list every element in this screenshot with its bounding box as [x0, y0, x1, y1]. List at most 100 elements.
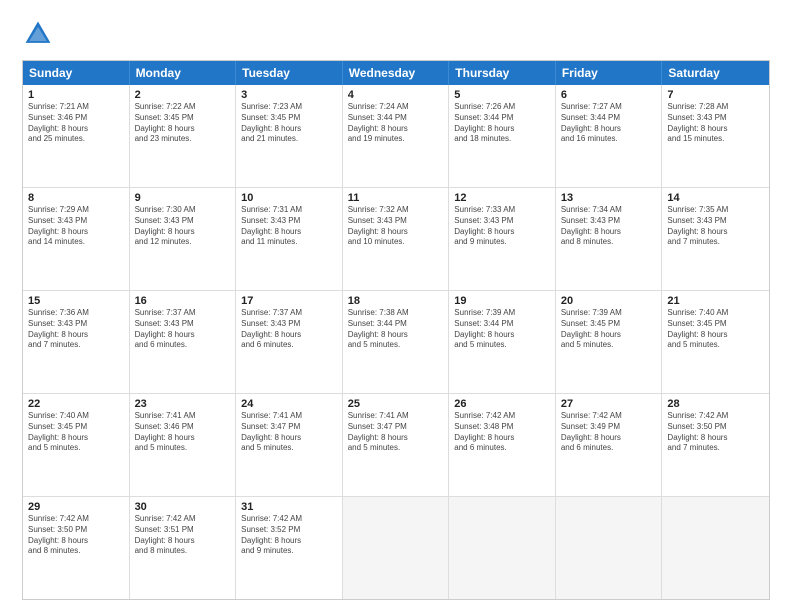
- weekday-header: Thursday: [449, 61, 556, 85]
- calendar-cell: 12Sunrise: 7:33 AMSunset: 3:43 PMDayligh…: [449, 188, 556, 290]
- day-number: 25: [348, 398, 444, 410]
- calendar-cell: 6Sunrise: 7:27 AMSunset: 3:44 PMDaylight…: [556, 85, 663, 187]
- day-number: 6: [561, 89, 657, 101]
- day-number: 24: [241, 398, 337, 410]
- calendar-cell: [662, 497, 769, 599]
- calendar-cell: 19Sunrise: 7:39 AMSunset: 3:44 PMDayligh…: [449, 291, 556, 393]
- day-info: Sunrise: 7:39 AMSunset: 3:45 PMDaylight:…: [561, 308, 657, 351]
- day-number: 27: [561, 398, 657, 410]
- calendar-row: 8Sunrise: 7:29 AMSunset: 3:43 PMDaylight…: [23, 187, 769, 290]
- day-info: Sunrise: 7:40 AMSunset: 3:45 PMDaylight:…: [28, 411, 124, 454]
- calendar-row: 29Sunrise: 7:42 AMSunset: 3:50 PMDayligh…: [23, 496, 769, 599]
- calendar-cell: 31Sunrise: 7:42 AMSunset: 3:52 PMDayligh…: [236, 497, 343, 599]
- day-number: 10: [241, 192, 337, 204]
- day-info: Sunrise: 7:42 AMSunset: 3:50 PMDaylight:…: [667, 411, 764, 454]
- weekday-header: Tuesday: [236, 61, 343, 85]
- day-number: 15: [28, 295, 124, 307]
- day-number: 13: [561, 192, 657, 204]
- day-number: 16: [135, 295, 231, 307]
- day-number: 1: [28, 89, 124, 101]
- weekday-header: Friday: [556, 61, 663, 85]
- calendar-cell: 22Sunrise: 7:40 AMSunset: 3:45 PMDayligh…: [23, 394, 130, 496]
- day-info: Sunrise: 7:39 AMSunset: 3:44 PMDaylight:…: [454, 308, 550, 351]
- weekday-header: Wednesday: [343, 61, 450, 85]
- day-info: Sunrise: 7:41 AMSunset: 3:46 PMDaylight:…: [135, 411, 231, 454]
- day-number: 7: [667, 89, 764, 101]
- calendar-cell: 1Sunrise: 7:21 AMSunset: 3:46 PMDaylight…: [23, 85, 130, 187]
- calendar-row: 1Sunrise: 7:21 AMSunset: 3:46 PMDaylight…: [23, 85, 769, 187]
- day-info: Sunrise: 7:23 AMSunset: 3:45 PMDaylight:…: [241, 102, 337, 145]
- calendar-cell: 11Sunrise: 7:32 AMSunset: 3:43 PMDayligh…: [343, 188, 450, 290]
- logo-icon: [22, 18, 54, 50]
- calendar: SundayMondayTuesdayWednesdayThursdayFrid…: [22, 60, 770, 600]
- day-number: 23: [135, 398, 231, 410]
- day-number: 11: [348, 192, 444, 204]
- calendar-cell: 10Sunrise: 7:31 AMSunset: 3:43 PMDayligh…: [236, 188, 343, 290]
- day-number: 29: [28, 501, 124, 513]
- weekday-header: Monday: [130, 61, 237, 85]
- day-number: 28: [667, 398, 764, 410]
- day-number: 14: [667, 192, 764, 204]
- header: [22, 18, 770, 50]
- day-info: Sunrise: 7:42 AMSunset: 3:49 PMDaylight:…: [561, 411, 657, 454]
- calendar-cell: 13Sunrise: 7:34 AMSunset: 3:43 PMDayligh…: [556, 188, 663, 290]
- day-info: Sunrise: 7:30 AMSunset: 3:43 PMDaylight:…: [135, 205, 231, 248]
- day-info: Sunrise: 7:34 AMSunset: 3:43 PMDaylight:…: [561, 205, 657, 248]
- day-info: Sunrise: 7:42 AMSunset: 3:50 PMDaylight:…: [28, 514, 124, 557]
- weekday-header: Sunday: [23, 61, 130, 85]
- day-number: 26: [454, 398, 550, 410]
- calendar-cell: 21Sunrise: 7:40 AMSunset: 3:45 PMDayligh…: [662, 291, 769, 393]
- day-number: 8: [28, 192, 124, 204]
- calendar-cell: 17Sunrise: 7:37 AMSunset: 3:43 PMDayligh…: [236, 291, 343, 393]
- calendar-cell: 3Sunrise: 7:23 AMSunset: 3:45 PMDaylight…: [236, 85, 343, 187]
- calendar-cell: 26Sunrise: 7:42 AMSunset: 3:48 PMDayligh…: [449, 394, 556, 496]
- calendar-cell: 7Sunrise: 7:28 AMSunset: 3:43 PMDaylight…: [662, 85, 769, 187]
- day-info: Sunrise: 7:27 AMSunset: 3:44 PMDaylight:…: [561, 102, 657, 145]
- calendar-cell: 9Sunrise: 7:30 AMSunset: 3:43 PMDaylight…: [130, 188, 237, 290]
- day-number: 2: [135, 89, 231, 101]
- calendar-cell: 27Sunrise: 7:42 AMSunset: 3:49 PMDayligh…: [556, 394, 663, 496]
- day-number: 20: [561, 295, 657, 307]
- day-info: Sunrise: 7:41 AMSunset: 3:47 PMDaylight:…: [348, 411, 444, 454]
- day-info: Sunrise: 7:40 AMSunset: 3:45 PMDaylight:…: [667, 308, 764, 351]
- day-info: Sunrise: 7:36 AMSunset: 3:43 PMDaylight:…: [28, 308, 124, 351]
- calendar-cell: 28Sunrise: 7:42 AMSunset: 3:50 PMDayligh…: [662, 394, 769, 496]
- calendar-cell: 2Sunrise: 7:22 AMSunset: 3:45 PMDaylight…: [130, 85, 237, 187]
- calendar-cell: 24Sunrise: 7:41 AMSunset: 3:47 PMDayligh…: [236, 394, 343, 496]
- calendar-cell: 4Sunrise: 7:24 AMSunset: 3:44 PMDaylight…: [343, 85, 450, 187]
- calendar-cell: 16Sunrise: 7:37 AMSunset: 3:43 PMDayligh…: [130, 291, 237, 393]
- day-info: Sunrise: 7:31 AMSunset: 3:43 PMDaylight:…: [241, 205, 337, 248]
- day-info: Sunrise: 7:37 AMSunset: 3:43 PMDaylight:…: [135, 308, 231, 351]
- day-info: Sunrise: 7:24 AMSunset: 3:44 PMDaylight:…: [348, 102, 444, 145]
- calendar-cell: [556, 497, 663, 599]
- calendar-cell: 29Sunrise: 7:42 AMSunset: 3:50 PMDayligh…: [23, 497, 130, 599]
- page: SundayMondayTuesdayWednesdayThursdayFrid…: [0, 0, 792, 612]
- calendar-cell: 30Sunrise: 7:42 AMSunset: 3:51 PMDayligh…: [130, 497, 237, 599]
- day-number: 19: [454, 295, 550, 307]
- calendar-row: 22Sunrise: 7:40 AMSunset: 3:45 PMDayligh…: [23, 393, 769, 496]
- day-info: Sunrise: 7:22 AMSunset: 3:45 PMDaylight:…: [135, 102, 231, 145]
- day-number: 31: [241, 501, 337, 513]
- day-number: 21: [667, 295, 764, 307]
- day-number: 12: [454, 192, 550, 204]
- calendar-cell: [343, 497, 450, 599]
- day-info: Sunrise: 7:37 AMSunset: 3:43 PMDaylight:…: [241, 308, 337, 351]
- day-info: Sunrise: 7:42 AMSunset: 3:52 PMDaylight:…: [241, 514, 337, 557]
- weekday-header: Saturday: [662, 61, 769, 85]
- calendar-cell: 15Sunrise: 7:36 AMSunset: 3:43 PMDayligh…: [23, 291, 130, 393]
- day-info: Sunrise: 7:29 AMSunset: 3:43 PMDaylight:…: [28, 205, 124, 248]
- day-number: 5: [454, 89, 550, 101]
- day-number: 17: [241, 295, 337, 307]
- calendar-cell: 8Sunrise: 7:29 AMSunset: 3:43 PMDaylight…: [23, 188, 130, 290]
- day-number: 9: [135, 192, 231, 204]
- calendar-cell: 14Sunrise: 7:35 AMSunset: 3:43 PMDayligh…: [662, 188, 769, 290]
- calendar-body: 1Sunrise: 7:21 AMSunset: 3:46 PMDaylight…: [23, 85, 769, 599]
- day-number: 18: [348, 295, 444, 307]
- calendar-cell: 25Sunrise: 7:41 AMSunset: 3:47 PMDayligh…: [343, 394, 450, 496]
- day-info: Sunrise: 7:21 AMSunset: 3:46 PMDaylight:…: [28, 102, 124, 145]
- day-info: Sunrise: 7:42 AMSunset: 3:48 PMDaylight:…: [454, 411, 550, 454]
- calendar-cell: 20Sunrise: 7:39 AMSunset: 3:45 PMDayligh…: [556, 291, 663, 393]
- calendar-header: SundayMondayTuesdayWednesdayThursdayFrid…: [23, 61, 769, 85]
- calendar-cell: 23Sunrise: 7:41 AMSunset: 3:46 PMDayligh…: [130, 394, 237, 496]
- day-number: 4: [348, 89, 444, 101]
